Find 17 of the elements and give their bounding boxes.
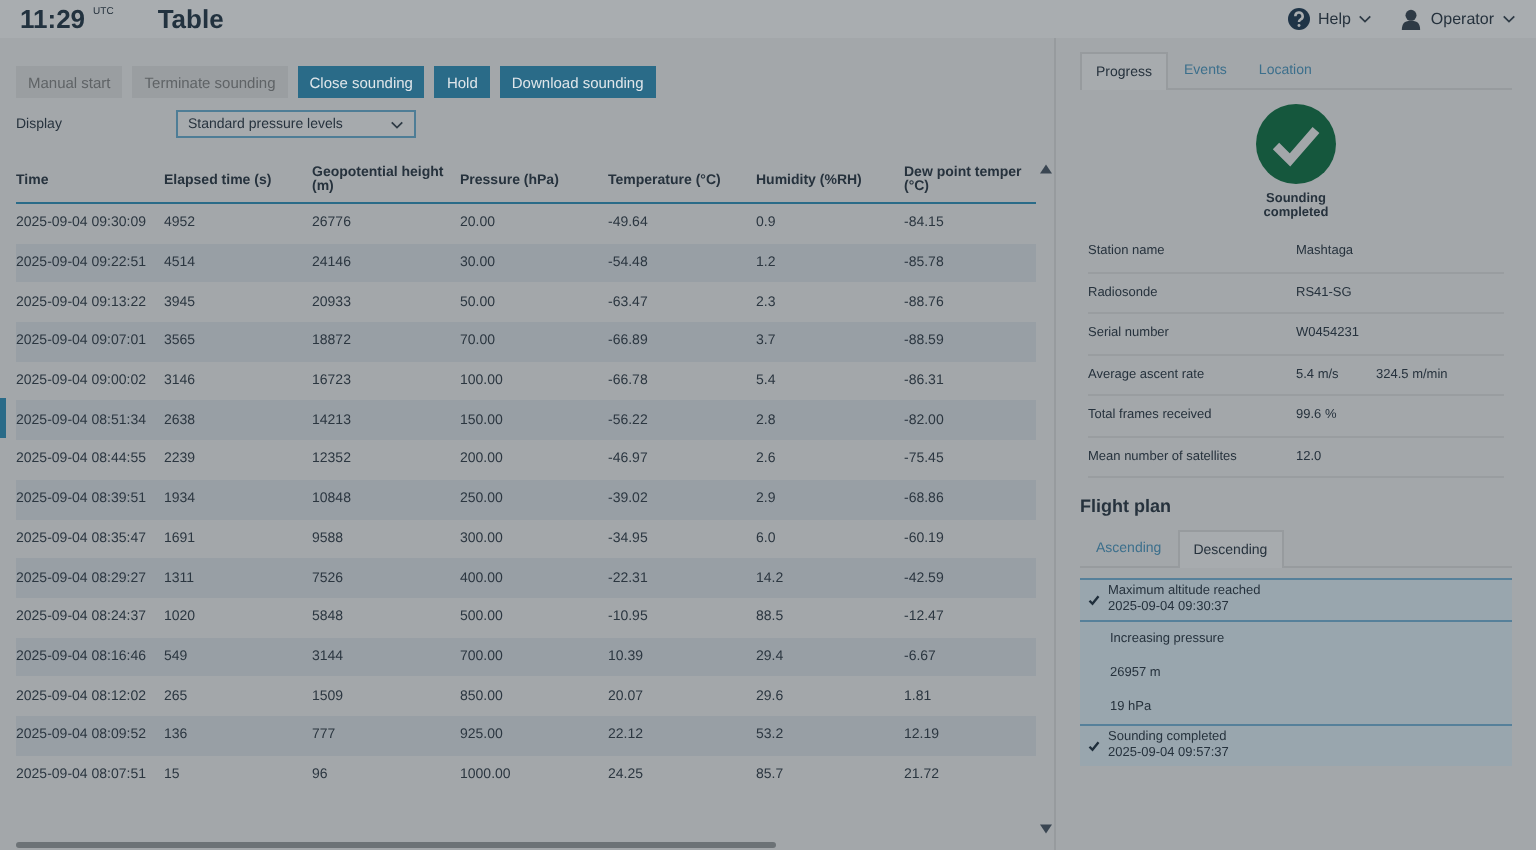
scrollbar-thumb[interactable] [16, 842, 776, 848]
section-title: Flight plan [1080, 496, 1173, 516]
user-menu[interactable]: Operator [1400, 8, 1516, 30]
check-circle-icon [1256, 104, 1336, 184]
check-icon [1088, 594, 1100, 606]
caret-icon [1358, 14, 1373, 24]
clock-time: 11:29 [20, 4, 86, 34]
question-icon [1287, 8, 1310, 30]
scroll-up-icon[interactable] [1040, 164, 1052, 174]
scroll-down-icon[interactable] [1040, 824, 1052, 835]
check-icon [1088, 740, 1100, 752]
collapse-handle[interactable] [0, 398, 6, 438]
caret-icon [390, 119, 404, 129]
help-menu[interactable]: Help [1287, 8, 1373, 30]
page-title: Table [157, 4, 224, 34]
user-icon [1400, 8, 1423, 30]
caret-icon [1502, 14, 1516, 24]
